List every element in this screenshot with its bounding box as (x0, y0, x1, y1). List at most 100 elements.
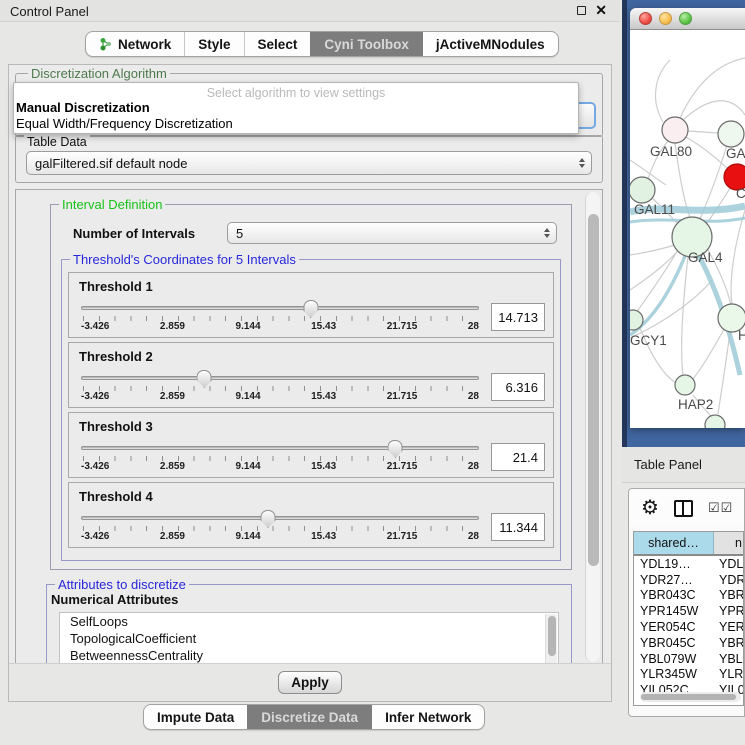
column-header-name[interactable]: n (714, 532, 743, 554)
algorithm-dropdown-popup: Select algorithm to view settings Manual… (13, 82, 579, 134)
tab-cyni-toolbox[interactable]: Cyni Toolbox (310, 32, 422, 56)
table-data-group: Table Data galFiltered.sif default node (15, 135, 603, 183)
network-graph: GAL80 GA C GAL11 GAL4 GCY1 H HAP2 (630, 30, 745, 428)
panel-title: Control Panel (10, 4, 89, 19)
table-row[interactable]: YER054CYER0 (634, 619, 743, 635)
spinner-arrows-icon (538, 228, 556, 238)
network-canvas[interactable]: GAL80 GA C GAL11 GAL4 GCY1 H HAP2 (630, 30, 745, 428)
scrollbar-thumb[interactable] (588, 214, 599, 566)
node-label-gal4: GAL4 (688, 250, 723, 265)
tab-network[interactable]: Network (86, 32, 184, 56)
table-header-row: shared… n (634, 532, 743, 556)
algorithm-placeholder: Select algorithm to view settings (14, 83, 578, 100)
node-gal80 (662, 117, 688, 143)
tab-style[interactable]: Style (184, 32, 243, 56)
node-label-partial: H (738, 328, 745, 343)
gear-icon[interactable]: ⚙ (641, 498, 659, 518)
algorithm-option-manual[interactable]: Manual Discretization (14, 100, 578, 116)
checkbox-filter-icons[interactable]: ☑☑ (708, 500, 733, 516)
table-panel-titlebar: Table Panel (622, 447, 745, 483)
scrollbar-thumb[interactable] (641, 694, 736, 700)
tab-infer-network[interactable]: Infer Network (371, 705, 484, 729)
table-data-combobox[interactable]: galFiltered.sif default node (26, 151, 592, 175)
tab-select[interactable]: Select (244, 32, 311, 56)
attributes-group-title: Attributes to discretize (55, 577, 189, 592)
threshold-4-box: Threshold 4 -3.4262.8599.14415.4321.7152… (68, 482, 554, 548)
table-row[interactable]: YBR045CYBR0 (634, 635, 743, 651)
node-label-gal80: GAL80 (650, 144, 692, 159)
table-row[interactable]: YDR27…YDR2 (634, 572, 743, 588)
node-hap2 (675, 375, 695, 395)
table-row[interactable]: YLR345WYLR3 (634, 667, 743, 683)
column-header-shared-name[interactable]: shared… (634, 532, 714, 554)
threshold-2-box: Threshold 2 -3.4262.8599.14415.4321.7152… (68, 342, 554, 408)
threshold-3-box: Threshold 3 -3.4262.8599.14415.4321.7152… (68, 412, 554, 478)
threshold-4-slider[interactable]: -3.4262.8599.14415.4321.71528 (81, 509, 479, 545)
list-item[interactable]: SelfLoops (60, 613, 558, 630)
split-columns-icon[interactable] (674, 500, 693, 517)
top-tabstrip: Network Style Select Cyni Toolbox jActiv… (85, 31, 559, 57)
tab-discretize-data[interactable]: Discretize Data (247, 705, 371, 729)
discretization-group-title: Discretization Algorithm (28, 66, 170, 81)
interval-definition-group: Interval Definition Number of Intervals … (50, 204, 572, 570)
node-label-gal11: GAL11 (634, 202, 675, 217)
float-window-icon[interactable] (577, 6, 586, 15)
node-label-hap2: HAP2 (678, 397, 713, 412)
apply-button[interactable]: Apply (278, 671, 342, 694)
network-window-titlebar (630, 8, 745, 30)
table-data-title: Table Data (24, 135, 90, 149)
bottom-tabstrip: Impute Data Discretize Data Infer Networ… (143, 704, 485, 730)
thresholds-group-title: Threshold's Coordinates for 5 Intervals (70, 252, 299, 267)
list-vertical-scrollbar[interactable] (545, 614, 557, 665)
threshold-2-value-field[interactable]: 6.316 (491, 373, 545, 401)
list-item[interactable]: TopologicalCoefficient (60, 630, 558, 647)
node-label-gcy1: GCY1 (630, 333, 667, 348)
tab-jactivemnodules[interactable]: jActiveMNodules (422, 32, 558, 56)
network-icon (99, 37, 112, 51)
table-panel-title: Table Panel (634, 457, 702, 472)
node-label-partial: C (736, 186, 745, 201)
panel-vertical-scrollbar[interactable] (585, 192, 600, 662)
number-of-intervals-value: 5 (228, 226, 538, 241)
table-horizontal-scrollbar[interactable] (640, 692, 741, 702)
numerical-attributes-label: Numerical Attributes (51, 592, 178, 607)
panel-footer: Apply (9, 663, 611, 701)
control-panel-titlebar: Control Panel ✕ (0, 0, 620, 22)
settings-scrollpane: Interval Definition Number of Intervals … (15, 189, 603, 665)
table-row[interactable]: YDL19…YDL1 (634, 556, 743, 572)
threshold-3-slider[interactable]: -3.4262.8599.14415.4321.71528 (81, 439, 479, 475)
node-partial-top-right (718, 121, 744, 147)
numerical-attributes-list: SelfLoops TopologicalCoefficient Between… (59, 612, 559, 665)
table-panel-window: ⚙ ☑☑ shared… n YDL19…YDL1 YDR27…YDR2 YBR… (628, 488, 745, 717)
close-icon[interactable]: ✕ (595, 2, 607, 18)
interval-definition-title: Interval Definition (59, 197, 165, 212)
number-of-intervals-combobox[interactable]: 5 (227, 222, 557, 244)
threshold-1-slider[interactable]: -3.4262.8599.14415.4321.71528 (81, 299, 479, 335)
algorithm-option-equal-width[interactable]: Equal Width/Frequency Discretization (14, 116, 578, 132)
threshold-1-box: Threshold 1 -3.4262.8599.14415.4321.7152… (68, 272, 554, 338)
close-traffic-light-icon[interactable] (639, 12, 652, 25)
thresholds-group: Threshold's Coordinates for 5 Intervals … (61, 259, 561, 561)
spinner-arrows-icon (573, 158, 591, 168)
table-toolbar: ⚙ ☑☑ (629, 489, 744, 527)
attributes-group: Attributes to discretize Numerical Attri… (46, 584, 572, 665)
threshold-4-value-field[interactable]: 11.344 (491, 513, 545, 541)
table-row[interactable]: YBL079WYBL0 (634, 651, 743, 667)
cyni-toolbox-panel: Discretization Algorithm Table Data galF… (8, 64, 612, 702)
node-label-partial: GA (726, 146, 745, 161)
network-window: GAL80 GA C GAL11 GAL4 GCY1 H HAP2 (630, 8, 745, 428)
list-item[interactable]: BetweennessCentrality (60, 647, 558, 664)
minimize-traffic-light-icon[interactable] (659, 12, 672, 25)
table-row[interactable]: YPR145WYPR1 (634, 603, 743, 619)
number-of-intervals-label: Number of Intervals (73, 226, 195, 241)
threshold-2-slider[interactable]: -3.4262.8599.14415.4321.71528 (81, 369, 479, 405)
threshold-1-value-field[interactable]: 14.713 (491, 303, 545, 331)
zoom-traffic-light-icon[interactable] (679, 12, 692, 25)
node-gal11 (630, 177, 655, 203)
tab-impute-data[interactable]: Impute Data (144, 705, 247, 729)
threshold-3-value-field[interactable]: 21.4 (491, 443, 545, 471)
node-partial-bottom (705, 415, 725, 428)
table-row[interactable]: YBR043CYBR0 (634, 588, 743, 604)
node-table: shared… n YDL19…YDL1 YDR27…YDR2 YBR043CY… (633, 531, 744, 706)
table-data-value: galFiltered.sif default node (27, 156, 573, 171)
